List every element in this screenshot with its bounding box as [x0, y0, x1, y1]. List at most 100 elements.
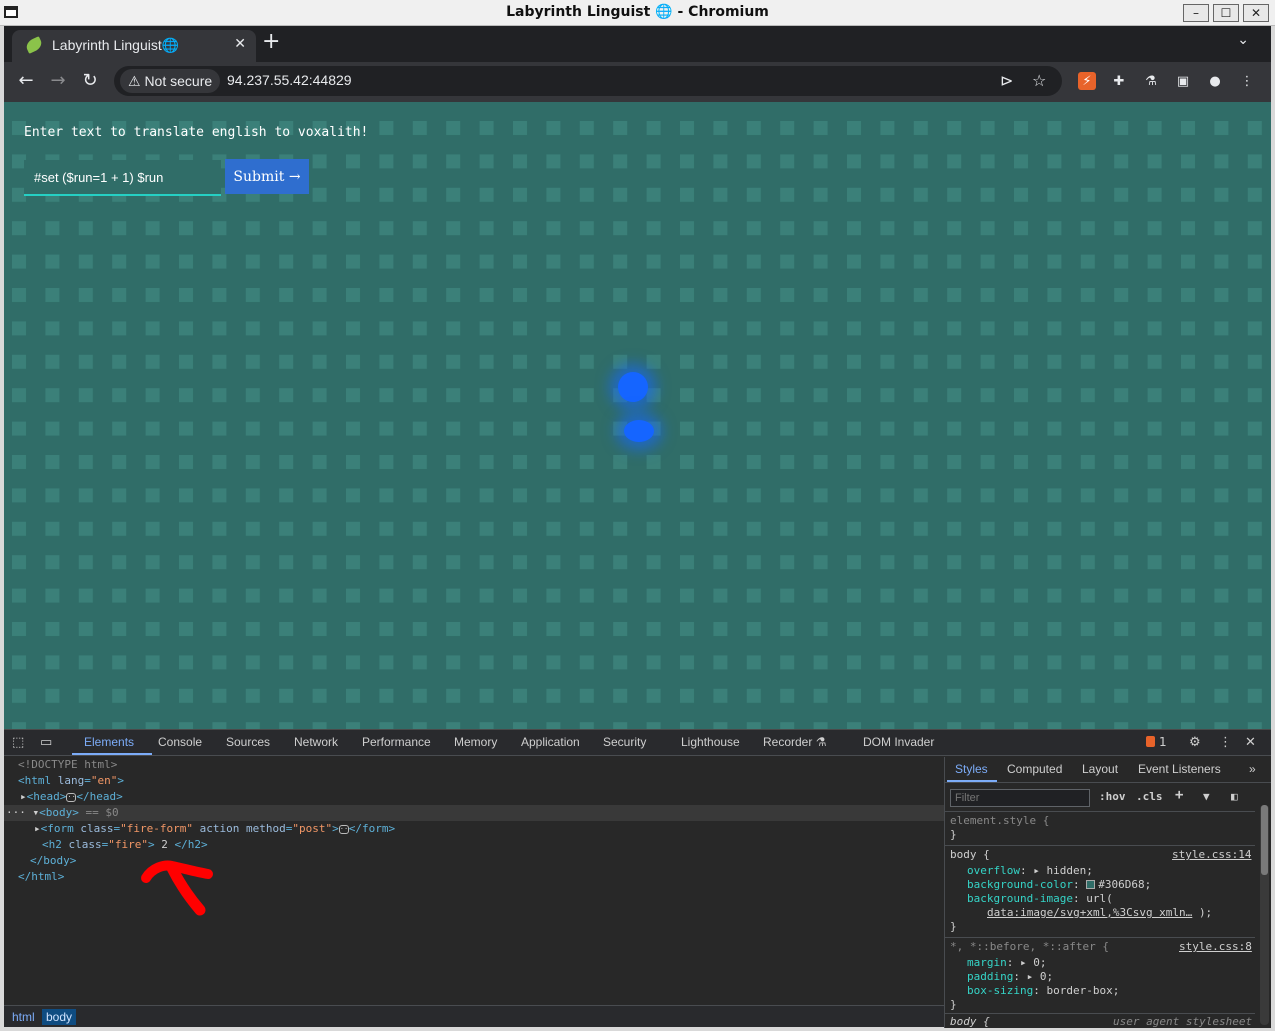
html-close[interactable]: </html> — [18, 869, 64, 885]
close-tab-icon[interactable]: ✕ — [234, 36, 246, 52]
ua-source-label: user agent stylesheet — [1113, 1015, 1253, 1028]
body-source-link[interactable]: style.css:14 — [1172, 848, 1251, 862]
issues-count: 1 — [1159, 735, 1167, 749]
collapsed-ellipsis-icon[interactable]: ··· — [66, 793, 80, 802]
bg-color-declaration[interactable]: background-color: #306D68; — [967, 878, 1151, 892]
tab-lighthouse[interactable]: Lighthouse — [681, 735, 740, 749]
tab-network[interactable]: Network — [294, 735, 338, 749]
new-tab-button[interactable]: + — [262, 30, 280, 54]
bg-image-declaration[interactable]: background-image: url( — [967, 892, 1113, 906]
box-sizing-prop: box-sizing — [967, 984, 1034, 997]
profile-icon[interactable]: ● — [1206, 72, 1224, 90]
body-selector[interactable]: body { — [950, 848, 990, 862]
add-rule-icon[interactable]: + — [1175, 787, 1183, 803]
styles-scrollbar[interactable] — [1260, 805, 1269, 1025]
forward-button[interactable]: → — [46, 70, 70, 91]
html-lang-attr: lang — [57, 774, 85, 787]
active-styles-tab-indicator — [947, 780, 997, 782]
body-close[interactable]: </body> — [30, 853, 76, 869]
selected-row-highlight — [4, 805, 944, 821]
paint-brush-icon[interactable]: ▼ — [1203, 790, 1210, 803]
divider — [945, 937, 1255, 938]
hov-toggle[interactable]: :hov — [1099, 790, 1126, 803]
tab-security[interactable]: Security — [603, 735, 646, 749]
tab-layout[interactable]: Layout — [1082, 762, 1118, 776]
head-node[interactable]: ▸<head>···</head> — [20, 789, 123, 805]
submit-button[interactable]: Submit → — [225, 159, 309, 194]
menu-kebab-icon[interactable]: ⋮ — [1238, 72, 1256, 90]
tab-memory[interactable]: Memory — [454, 735, 497, 749]
margin-val: 0; — [1033, 956, 1047, 969]
html-node[interactable]: <html lang="en"> — [18, 773, 124, 789]
form-node[interactable]: ▸<form class="fire-form" action method="… — [34, 821, 395, 837]
padding-val: 0; — [1039, 970, 1054, 983]
not-secure-chip[interactable]: ⚠ Not secure — [120, 69, 221, 93]
box-sizing-declaration[interactable]: box-sizing: border-box; — [967, 984, 1119, 998]
box-sizing-val: border-box; — [1046, 984, 1120, 997]
more-tabs-chevron-icon[interactable]: » — [1249, 762, 1256, 776]
tab-console[interactable]: Console — [158, 735, 202, 749]
window-titlebar: Labyrinth Linguist 🌐 - Chromium – ☐ ✕ — [0, 0, 1275, 26]
inspect-element-icon[interactable]: ⬚ — [12, 735, 24, 750]
bg-color-prop: background-color — [967, 878, 1073, 891]
devtools-tabbar: ⬚ ▭ Elements Console Sources Network Per… — [4, 730, 1271, 756]
minimize-button[interactable]: – — [1183, 4, 1209, 22]
padding-declaration[interactable]: padding: ▸ 0; — [967, 970, 1053, 984]
url-text[interactable]: 94.237.55.42:44829 — [227, 72, 352, 88]
tab-event-listeners[interactable]: Event Listeners — [1138, 762, 1221, 776]
collapsed-ellipsis-icon[interactable]: ··· — [338, 825, 352, 834]
bg-image-val: url( — [1086, 892, 1113, 905]
flask-icon[interactable]: ⚗ — [1142, 72, 1160, 90]
tab-elements[interactable]: Elements — [84, 735, 134, 749]
side-panel-icon[interactable]: ▣ — [1174, 72, 1192, 90]
device-toolbar-icon[interactable]: ▭ — [40, 735, 52, 750]
bg-image-data-line[interactable]: data:image/svg+xml,%3Csvg xmln… ); — [987, 906, 1212, 920]
tab-performance[interactable]: Performance — [362, 735, 431, 749]
close-window-button[interactable]: ✕ — [1243, 4, 1269, 22]
maximize-button[interactable]: ☐ — [1213, 4, 1239, 22]
scrollbar-thumb[interactable] — [1261, 805, 1268, 875]
tab-application[interactable]: Application — [521, 735, 580, 749]
h2-class-attr: class — [68, 838, 102, 851]
selected-marker: == $0 — [85, 806, 119, 819]
toggle-sidebar-icon[interactable]: ◧ — [1231, 790, 1238, 803]
reload-button[interactable]: ↻ — [78, 70, 102, 91]
breadcrumb-body[interactable]: body — [42, 1009, 77, 1025]
address-bar[interactable]: ⚠ Not secure 94.237.55.42:44829 ⊳ ☆ — [114, 66, 1062, 96]
tab-strip: Labyrinth Linguist🌐 ✕ + ⌄ — [4, 26, 1271, 62]
tab-computed[interactable]: Computed — [1007, 762, 1062, 776]
universal-selector[interactable]: *, *::before, *::after { — [950, 940, 1109, 954]
back-button[interactable]: ← — [14, 70, 38, 91]
doctype-node[interactable]: <!DOCTYPE html> — [18, 757, 117, 773]
color-swatch[interactable] — [1086, 880, 1096, 889]
more-options-icon[interactable]: ⋮ — [1219, 735, 1232, 750]
tab-styles[interactable]: Styles — [955, 762, 988, 776]
tab-search-button[interactable]: ⌄ — [1237, 32, 1249, 48]
cls-toggle[interactable]: .cls — [1136, 790, 1163, 803]
translate-input[interactable] — [24, 160, 221, 196]
browser-toolbar: ← → ↻ ⚠ Not secure 94.237.55.42:44829 ⊳ … — [4, 62, 1271, 102]
h2-node[interactable]: <h2 class="fire"> 2 </h2> — [42, 837, 208, 853]
issues-counter[interactable]: 1 — [1146, 735, 1167, 749]
margin-declaration[interactable]: margin: ▸ 0; — [967, 956, 1047, 970]
element-style-rule[interactable]: element.style { — [950, 814, 1049, 828]
universal-source-link[interactable]: style.css:8 — [1179, 940, 1252, 954]
send-icon[interactable]: ⊳ — [1000, 71, 1013, 90]
head-open: <head> — [26, 790, 67, 803]
styles-filter-input[interactable] — [950, 789, 1090, 807]
tab-dom-invader[interactable]: DOM Invader — [863, 735, 934, 749]
tab-recorder[interactable]: Recorder ⚗ — [763, 735, 826, 749]
ua-body-selector[interactable]: body { — [950, 1015, 990, 1029]
settings-gear-icon[interactable]: ⚙ — [1189, 735, 1201, 750]
overflow-declaration[interactable]: overflow: ▸ hidden; — [967, 864, 1093, 878]
close-devtools-icon[interactable]: ✕ — [1245, 735, 1256, 750]
browser-tab[interactable]: Labyrinth Linguist🌐 ✕ — [12, 30, 256, 62]
bookmark-star-icon[interactable]: ☆ — [1032, 71, 1046, 90]
burp-extension-icon[interactable]: ⚡ — [1078, 72, 1096, 90]
html-lang-val: "en" — [90, 774, 118, 787]
bg-image-data-link[interactable]: data:image/svg+xml,%3Csvg xmln… — [987, 906, 1192, 919]
breadcrumb-html[interactable]: html — [8, 1009, 39, 1025]
tab-sources[interactable]: Sources — [226, 735, 270, 749]
extensions-puzzle-icon[interactable]: ✚ — [1110, 72, 1128, 90]
body-node[interactable]: ··· ▾<body> == $0 — [6, 805, 119, 821]
